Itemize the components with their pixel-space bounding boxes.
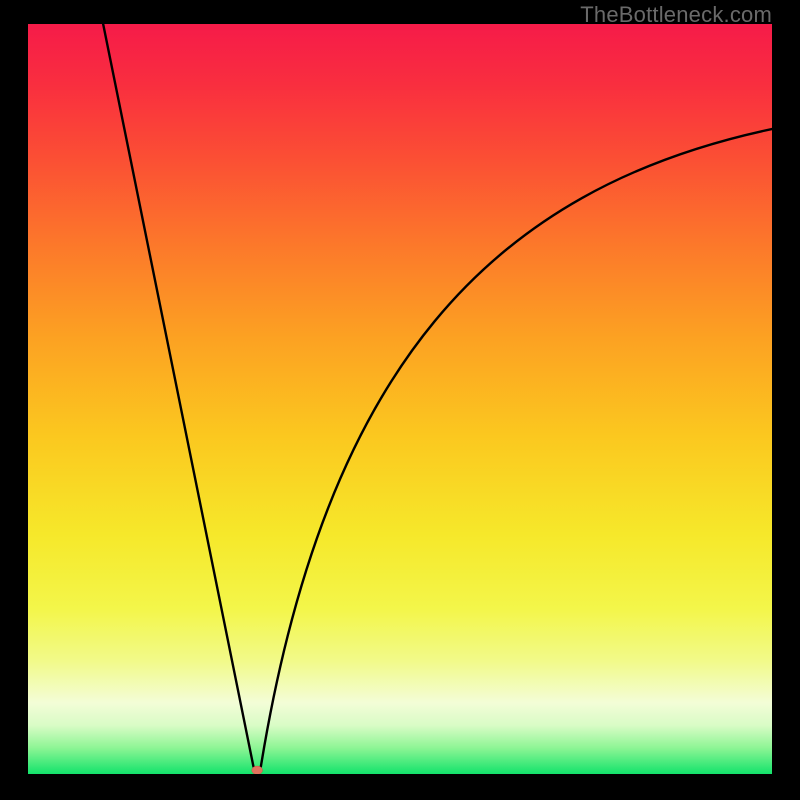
chart-container: TheBottleneck.com [0,0,800,800]
gradient-bg [28,24,772,774]
plot-area [28,24,772,774]
watermark-text: TheBottleneck.com [580,2,772,28]
chart-svg [28,24,772,774]
minimum-marker [252,766,263,774]
